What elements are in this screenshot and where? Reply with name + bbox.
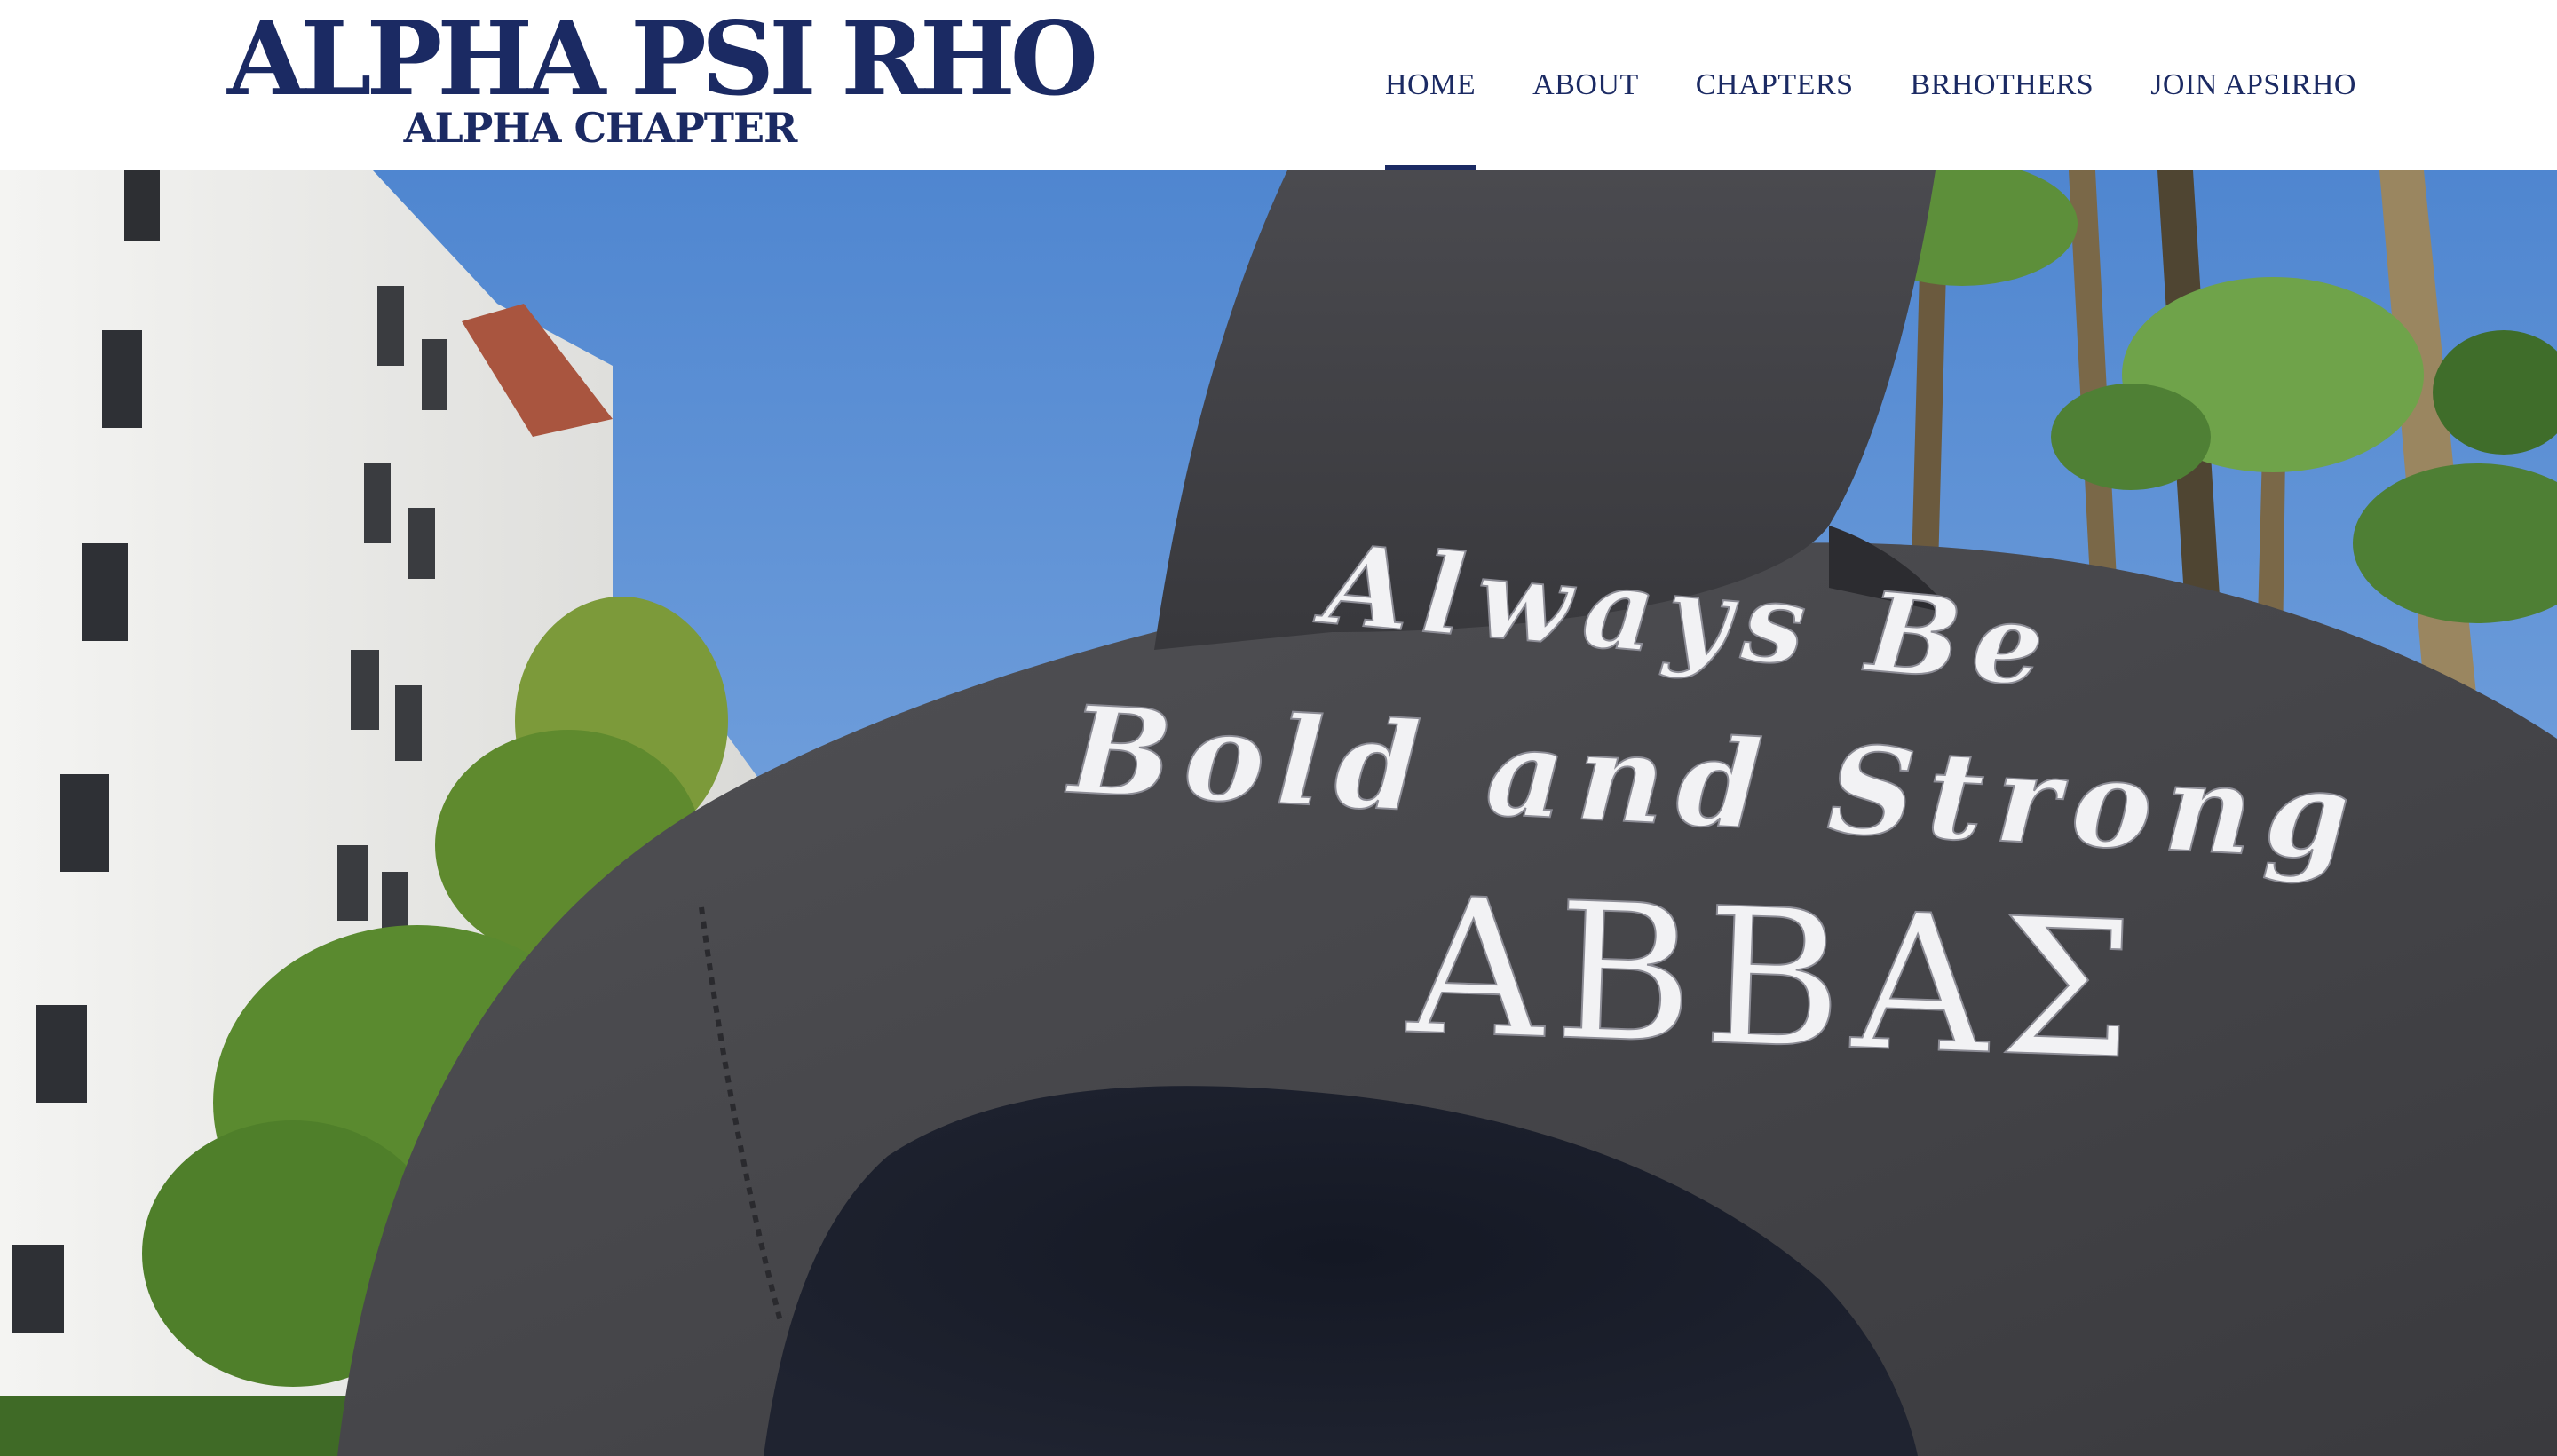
site-header: ALPHA PSI RHO ALPHA CHAPTER HOME ABOUT C… [0,0,2557,170]
site-logo[interactable]: ALPHA PSI RHO ALPHA CHAPTER [227,0,1098,163]
nav-join[interactable]: JOIN APSIRHO [2150,0,2356,170]
hero-photo: Always Be Bold and Strong ΑΒΒΑΣ [0,170,2557,1456]
logo-subtitle: ALPHA CHAPTER [403,104,798,152]
nav-join-label: JOIN APSIRHO [2150,68,2356,101]
nav-about[interactable]: ABOUT [1532,0,1639,170]
nav-chapters-label: CHAPTERS [1695,68,1854,101]
hero-banner: Always Be Bold and Strong ΑΒΒΑΣ [0,170,2557,1456]
nav-brothers[interactable]: BRHOTHERS [1911,0,2094,170]
embroidery-line-3: ΑΒΒΑΣ [1404,857,2148,1102]
nav-chapters[interactable]: CHAPTERS [1696,0,1854,170]
nav-home[interactable]: HOME [1385,0,1476,170]
logo-title: ALPHA PSI RHO [227,0,1098,118]
nav-home-label: HOME [1385,68,1476,101]
nav-brothers-label: BRHOTHERS [1910,68,2094,101]
main-nav: HOME ABOUT CHAPTERS BRHOTHERS JOIN APSIR… [1385,0,2356,170]
nav-about-label: ABOUT [1532,68,1639,101]
